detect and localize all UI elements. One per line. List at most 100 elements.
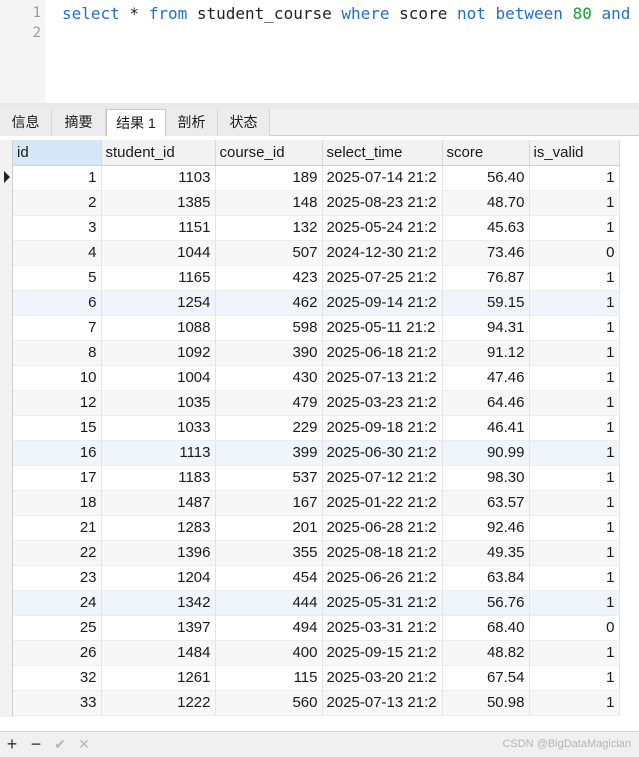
cell-select-time[interactable]: 2025-08-18 21:2 [322, 540, 443, 566]
delete-record-button[interactable]: − [26, 734, 46, 754]
sql-editor[interactable]: 1 2 select * from student_course where s… [0, 0, 639, 103]
cell-course-id[interactable]: 399 [215, 440, 323, 466]
table-row[interactable]: 23 1204 454 2025-06-26 21:2 63.84 1 [13, 565, 620, 591]
cell-student-id[interactable]: 1004 [101, 365, 216, 391]
cell-student-id[interactable]: 1183 [101, 465, 216, 491]
cell-is-valid[interactable]: 1 [529, 290, 620, 316]
cell-id[interactable]: 17 [13, 465, 102, 491]
cell-student-id[interactable]: 1204 [101, 565, 216, 591]
cell-course-id[interactable]: 400 [215, 640, 323, 666]
cell-is-valid[interactable]: 1 [529, 215, 620, 241]
cell-select-time[interactable]: 2025-05-31 21:2 [322, 590, 443, 616]
cell-is-valid[interactable]: 1 [529, 415, 620, 441]
table-row[interactable]: 17 1183 537 2025-07-12 21:2 98.30 1 [13, 465, 620, 491]
table-row[interactable]: 1 1103 189 2025-07-14 21:2 56.40 1 [13, 165, 620, 191]
cell-score[interactable]: 50.98 [442, 690, 530, 716]
cell-is-valid[interactable]: 1 [529, 590, 620, 616]
cell-student-id[interactable]: 1385 [101, 190, 216, 216]
cell-id[interactable]: 3 [13, 215, 102, 241]
apply-changes-button[interactable]: ✔ [50, 734, 70, 754]
cell-select-time[interactable]: 2025-07-13 21:2 [322, 690, 443, 716]
cell-course-id[interactable]: 167 [215, 490, 323, 516]
cell-select-time[interactable]: 2025-03-31 21:2 [322, 615, 443, 641]
cell-score[interactable]: 59.15 [442, 290, 530, 316]
table-row[interactable]: 15 1033 229 2025-09-18 21:2 46.41 1 [13, 415, 620, 441]
cell-is-valid[interactable]: 1 [529, 340, 620, 366]
cell-student-id[interactable]: 1035 [101, 390, 216, 416]
cell-score[interactable]: 48.70 [442, 190, 530, 216]
cell-course-id[interactable]: 355 [215, 540, 323, 566]
table-row[interactable]: 4 1044 507 2024-12-30 21:2 73.46 0 [13, 240, 620, 266]
cell-id[interactable]: 33 [13, 690, 102, 716]
cell-is-valid[interactable]: 1 [529, 690, 620, 716]
cell-is-valid[interactable]: 0 [529, 240, 620, 266]
cell-score[interactable]: 94.31 [442, 315, 530, 341]
cell-select-time[interactable]: 2025-05-11 21:2 [322, 315, 443, 341]
table-row[interactable]: 21 1283 201 2025-06-28 21:2 92.46 1 [13, 515, 620, 541]
cell-id[interactable]: 10 [13, 365, 102, 391]
cell-student-id[interactable]: 1113 [101, 440, 216, 466]
cell-select-time[interactable]: 2025-07-13 21:2 [322, 365, 443, 391]
cell-score[interactable]: 63.57 [442, 490, 530, 516]
cell-student-id[interactable]: 1044 [101, 240, 216, 266]
cell-course-id[interactable]: 494 [215, 615, 323, 641]
cell-course-id[interactable]: 454 [215, 565, 323, 591]
cell-student-id[interactable]: 1342 [101, 590, 216, 616]
cell-is-valid[interactable]: 1 [529, 515, 620, 541]
tab-info[interactable]: 信息 [0, 109, 52, 136]
cell-score[interactable]: 47.46 [442, 365, 530, 391]
cell-select-time[interactable]: 2025-06-18 21:2 [322, 340, 443, 366]
cell-course-id[interactable]: 201 [215, 515, 323, 541]
cell-is-valid[interactable]: 1 [529, 265, 620, 291]
cell-score[interactable]: 92.46 [442, 515, 530, 541]
column-header-student-id[interactable]: student_id [101, 140, 216, 166]
cell-id[interactable]: 12 [13, 390, 102, 416]
tab-status[interactable]: 状态 [218, 109, 270, 136]
cell-student-id[interactable]: 1397 [101, 615, 216, 641]
cell-is-valid[interactable]: 1 [529, 640, 620, 666]
cell-student-id[interactable]: 1254 [101, 290, 216, 316]
table-row[interactable]: 16 1113 399 2025-06-30 21:2 90.99 1 [13, 440, 620, 466]
cell-course-id[interactable]: 560 [215, 690, 323, 716]
cell-select-time[interactable]: 2025-09-18 21:2 [322, 415, 443, 441]
cell-select-time[interactable]: 2025-07-14 21:2 [322, 165, 443, 191]
cell-student-id[interactable]: 1222 [101, 690, 216, 716]
column-header-id[interactable]: id [13, 140, 102, 166]
cell-is-valid[interactable]: 1 [529, 490, 620, 516]
table-row[interactable]: 2 1385 148 2025-08-23 21:2 48.70 1 [13, 190, 620, 216]
cell-course-id[interactable]: 507 [215, 240, 323, 266]
cell-id[interactable]: 21 [13, 515, 102, 541]
cell-course-id[interactable]: 132 [215, 215, 323, 241]
cell-score[interactable]: 56.40 [442, 165, 530, 191]
cell-select-time[interactable]: 2025-01-22 21:2 [322, 490, 443, 516]
cell-id[interactable]: 16 [13, 440, 102, 466]
cell-is-valid[interactable]: 1 [529, 390, 620, 416]
cell-score[interactable]: 98.30 [442, 465, 530, 491]
cell-score[interactable]: 68.40 [442, 615, 530, 641]
cell-course-id[interactable]: 462 [215, 290, 323, 316]
cell-student-id[interactable]: 1033 [101, 415, 216, 441]
cell-id[interactable]: 18 [13, 490, 102, 516]
table-row[interactable]: 8 1092 390 2025-06-18 21:2 91.12 1 [13, 340, 620, 366]
table-row[interactable]: 26 1484 400 2025-09-15 21:2 48.82 1 [13, 640, 620, 666]
cell-select-time[interactable]: 2025-07-25 21:2 [322, 265, 443, 291]
cell-score[interactable]: 64.46 [442, 390, 530, 416]
cell-id[interactable]: 5 [13, 265, 102, 291]
cell-course-id[interactable]: 189 [215, 165, 323, 191]
cell-select-time[interactable]: 2025-06-30 21:2 [322, 440, 443, 466]
cell-score[interactable]: 46.41 [442, 415, 530, 441]
cell-id[interactable]: 15 [13, 415, 102, 441]
cell-score[interactable]: 67.54 [442, 665, 530, 691]
cell-is-valid[interactable]: 1 [529, 665, 620, 691]
column-header-course-id[interactable]: course_id [215, 140, 323, 166]
cell-is-valid[interactable]: 1 [529, 440, 620, 466]
cell-select-time[interactable]: 2025-03-23 21:2 [322, 390, 443, 416]
cell-score[interactable]: 48.82 [442, 640, 530, 666]
cell-select-time[interactable]: 2025-08-23 21:2 [322, 190, 443, 216]
cell-id[interactable]: 2 [13, 190, 102, 216]
cell-student-id[interactable]: 1396 [101, 540, 216, 566]
table-row[interactable]: 33 1222 560 2025-07-13 21:2 50.98 1 [13, 690, 620, 716]
cell-id[interactable]: 6 [13, 290, 102, 316]
cell-course-id[interactable]: 229 [215, 415, 323, 441]
cell-course-id[interactable]: 537 [215, 465, 323, 491]
